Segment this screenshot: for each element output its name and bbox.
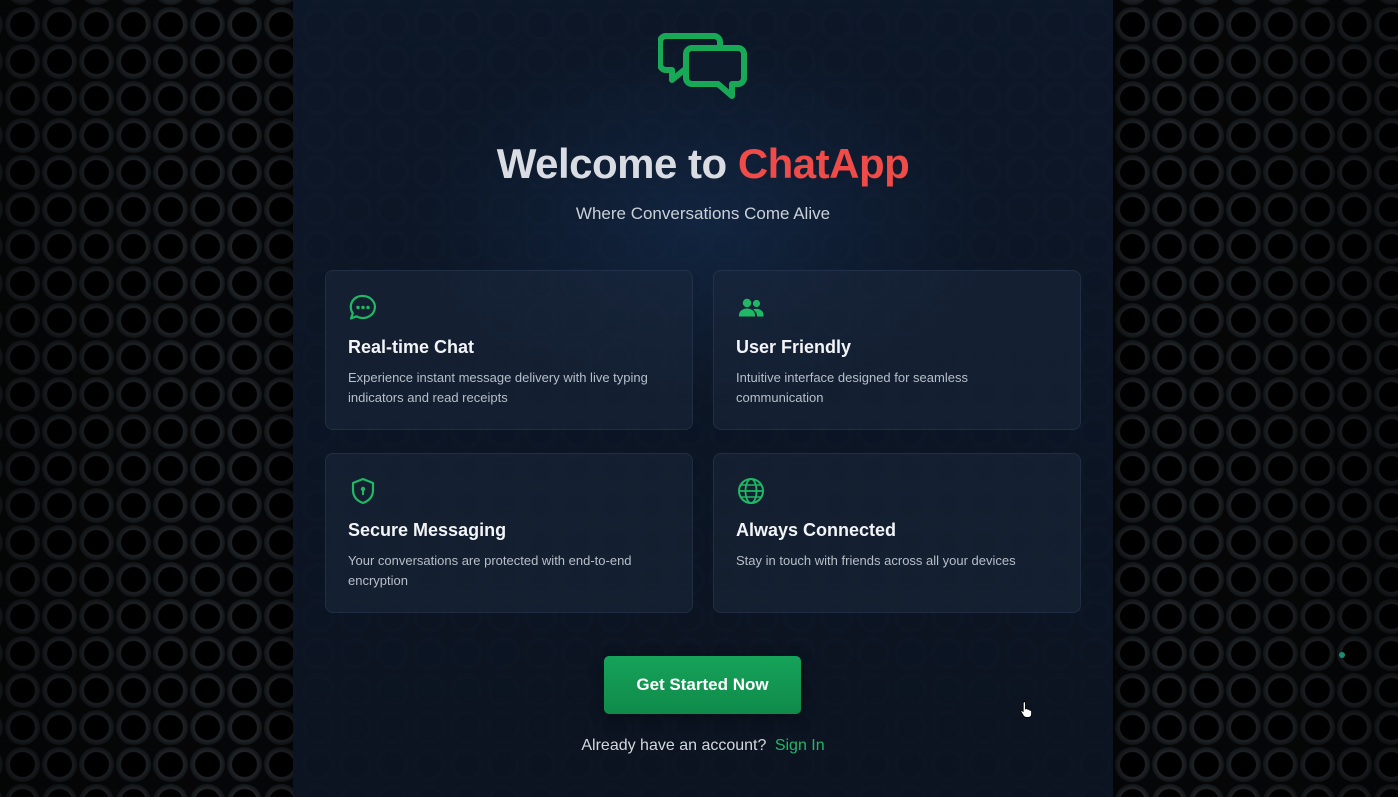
feature-title: Real-time Chat — [348, 337, 475, 357]
signin-row: Already have an account? Sign In — [293, 737, 1113, 755]
welcome-panel: Welcome to ChatApp Where Conversations C… — [293, 0, 1345, 797]
sign-in-link[interactable]: Sign In — [775, 737, 825, 754]
feature-card-realtime-chat: Real-time Chat Experience instant messag… — [325, 270, 693, 430]
mouse-pointer-icon — [1020, 701, 1033, 718]
feature-description: Stay in touch with friends across all yo… — [736, 553, 1016, 568]
get-started-button[interactable]: Get Started Now — [604, 656, 801, 714]
feature-title: Secure Messaging — [348, 520, 507, 540]
feature-card-secure-messaging: Secure Messaging Your conversations are … — [325, 453, 693, 613]
feature-card-user-friendly: User Friendly Intuitive interface design… — [713, 270, 1081, 430]
feature-title: Always Connected — [736, 520, 897, 540]
page-subtitle: Where Conversations Come Alive — [575, 204, 831, 223]
chat-bubbles-icon — [658, 33, 747, 99]
globe-icon — [738, 478, 764, 504]
page-title-lead: Welcome to — [496, 140, 738, 187]
signin-prompt: Already have an account? — [581, 737, 767, 754]
feature-description: Intuitive interface designed for seamles… — [736, 370, 968, 405]
feature-description: Your conversations are protected with en… — [348, 553, 632, 588]
feature-card-always-connected: Always Connected Stay in touch with frie… — [713, 453, 1081, 613]
feature-description: Experience instant message delivery with… — [348, 370, 648, 405]
page-title: Welcome to ChatApp — [293, 140, 1113, 188]
decorative-dot — [1339, 652, 1345, 658]
brand-name: ChatApp — [737, 140, 910, 187]
chat-bubble-dots-icon — [349, 294, 376, 320]
feature-title: User Friendly — [736, 337, 852, 357]
users-icon — [739, 298, 764, 317]
shield-lock-icon — [351, 477, 375, 505]
